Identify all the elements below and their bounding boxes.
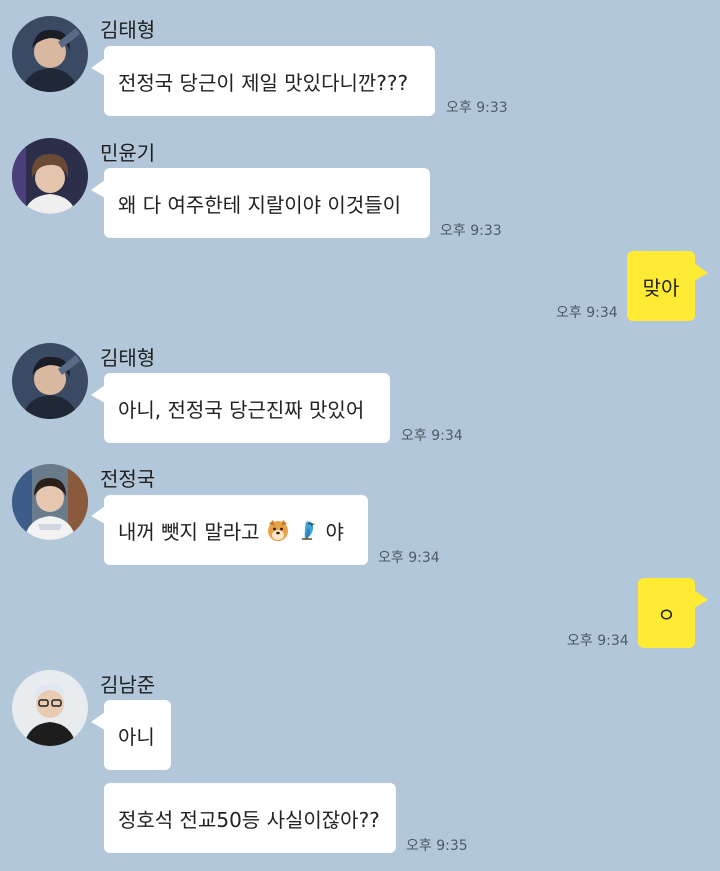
message-text: 정호석 전교50등 사실이잖아?? (118, 807, 380, 832)
message-timestamp: 오후 9:35 (406, 838, 468, 854)
bubble-tail (91, 58, 105, 76)
avatar-jeon-jungkook[interactable] (12, 464, 88, 540)
message-timestamp: 오후 9:34 (556, 305, 618, 321)
my-message-bubble[interactable]: ㅇ (638, 578, 695, 648)
message-text: 전정국 당근이 제일 맛있다니깐??? (118, 70, 409, 95)
message-bubble[interactable]: 정호석 전교50등 사실이잖아?? (104, 783, 396, 853)
bubble-tail (694, 263, 708, 281)
message-timestamp: 오후 9:34 (567, 633, 629, 649)
message-text: 맞아 (642, 275, 680, 300)
avatar-kim-taehyung[interactable] (12, 16, 88, 92)
message-text: 내꺼 뺏지 말라고 (118, 519, 260, 544)
sender-name: 전정국 (100, 467, 156, 491)
bubble-tail (91, 180, 105, 198)
sender-name: 김남준 (100, 673, 156, 697)
message-timestamp: 오후 9:34 (378, 550, 440, 566)
message-bubble[interactable]: 아니 (104, 700, 171, 770)
message-timestamp: 오후 9:33 (440, 223, 502, 239)
bubble-tail (91, 506, 105, 524)
sender-name: 김태형 (100, 18, 156, 42)
message-text: ㅇ (657, 602, 676, 627)
sender-name: 김태형 (100, 346, 156, 370)
message-text-suffix: 야 (325, 519, 344, 544)
message-timestamp: 오후 9:34 (401, 428, 463, 444)
sender-name: 민윤기 (100, 141, 156, 165)
bubble-tail (694, 590, 708, 608)
message-bubble[interactable]: 아니, 전정국 당근진짜 맛있어 (104, 373, 390, 443)
dog-face-emoji (266, 518, 290, 542)
parrot-emoji (296, 518, 320, 542)
avatar-min-yoongi[interactable] (12, 138, 88, 214)
bubble-tail (91, 712, 105, 730)
message-bubble[interactable]: 내꺼 뺏지 말라고 야 (104, 495, 368, 565)
message-timestamp: 오후 9:33 (446, 100, 508, 116)
avatar-kim-taehyung[interactable] (12, 343, 88, 419)
message-text: 아니, 전정국 당근진짜 맛있어 (118, 397, 365, 422)
bubble-tail (91, 385, 105, 403)
avatar-kim-namjoon[interactable] (12, 670, 88, 746)
my-message-bubble[interactable]: 맞아 (627, 251, 695, 321)
message-text: 왜 다 여주한테 지랄이야 이것들이 (118, 192, 402, 217)
message-bubble[interactable]: 왜 다 여주한테 지랄이야 이것들이 (104, 168, 430, 238)
message-bubble[interactable]: 전정국 당근이 제일 맛있다니깐??? (104, 46, 435, 116)
message-text: 아니 (118, 724, 155, 749)
